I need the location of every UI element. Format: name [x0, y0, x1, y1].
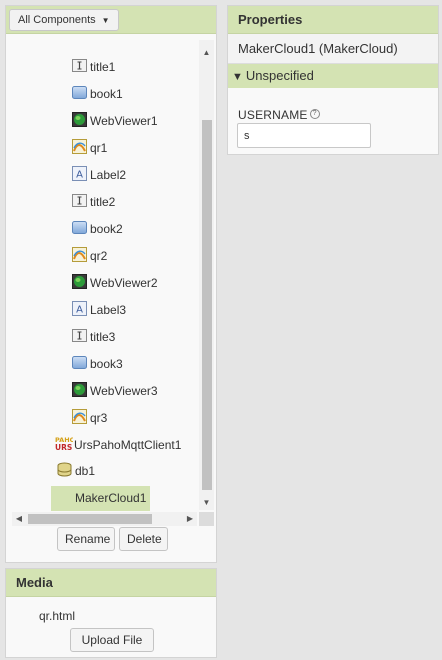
globe-icon [72, 112, 87, 127]
scroll-right-arrow-icon[interactable]: ▶ [183, 512, 197, 526]
component-tree-item[interactable]: A Label3 [72, 300, 128, 320]
barcode-scanner-icon [72, 139, 87, 154]
scrollbar-thumb[interactable] [28, 514, 152, 524]
delete-button[interactable]: Delete [119, 527, 168, 551]
component-tree-item-label: book1 [90, 87, 123, 101]
component-tree-item-label: title1 [90, 60, 116, 74]
component-tree-item-label: MakerCloud1 [75, 491, 147, 505]
component-tree-item-label: WebViewer1 [90, 114, 158, 128]
component-tree-item[interactable]: qr3 [72, 408, 109, 428]
component-tree-item-label: title2 [90, 195, 116, 209]
component-tree-item-label: WebViewer3 [90, 384, 158, 398]
globe-icon [72, 382, 87, 397]
component-tree-item-label: Label3 [90, 303, 127, 317]
barcode-scanner-icon [72, 409, 87, 424]
textbox-icon [72, 193, 87, 208]
component-tree-item[interactable]: db1 [57, 461, 97, 481]
component-filter-label: All Components [18, 14, 96, 26]
collapse-triangle-icon[interactable]: ▼ [232, 71, 243, 83]
component-tree-item-label: book3 [90, 357, 123, 371]
components-panel: All Components ▼ title1 book1 WebViewer1 qr1… [5, 5, 217, 563]
tree-vertical-scrollbar[interactable]: ▲ ▼ [199, 40, 214, 510]
svg-text:URS: URS [55, 443, 72, 451]
scroll-up-arrow-icon[interactable]: ▲ [199, 46, 214, 60]
component-tree-item[interactable]: qr1 [72, 138, 109, 158]
component-tree-item[interactable]: book1 [72, 84, 125, 104]
button-icon [72, 355, 87, 370]
property-group-header[interactable]: ▼ Unspecified [228, 64, 438, 88]
textbox-icon [72, 58, 87, 73]
upload-file-button[interactable]: Upload File ... [70, 628, 154, 660]
components-header: All Components ▼ [6, 6, 216, 34]
label-icon: A [72, 301, 87, 316]
button-icon [72, 85, 87, 100]
component-tree-item[interactable]: book3 [72, 354, 125, 374]
component-tree-item-label: WebViewer2 [90, 276, 158, 290]
component-tree-item[interactable]: PAHO URS UrsPahoMqttClient1 [55, 435, 183, 455]
component-tree-item-label: Label2 [90, 168, 127, 182]
property-group-label: Unspecified [245, 68, 314, 83]
media-panel: Media qr.html Upload File ... [5, 568, 217, 660]
scroll-down-arrow-icon[interactable]: ▼ [199, 496, 214, 510]
barcode-scanner-icon [72, 247, 87, 262]
scrollbar-corner [199, 512, 214, 526]
component-tree-item-label: UrsPahoMqttClient1 [74, 438, 182, 452]
scrollbar-thumb[interactable] [202, 120, 212, 490]
component-tree-item[interactable]: MakerCloud1 [51, 486, 151, 511]
textbox-icon [72, 328, 87, 343]
scroll-left-arrow-icon[interactable]: ◀ [12, 512, 26, 526]
component-tree-item[interactable]: title2 [72, 192, 117, 212]
svg-text:A: A [76, 305, 83, 316]
username-property-label: USERNAME? [238, 108, 320, 122]
component-tree-item-label: qr3 [90, 411, 108, 425]
component-tree-item-label: qr2 [90, 249, 108, 263]
component-tree-item[interactable]: WebViewer3 [72, 381, 160, 401]
component-tree-item[interactable]: WebViewer2 [72, 273, 160, 293]
paho-mqtt-icon: PAHO URS [55, 436, 76, 452]
globe-icon [72, 274, 87, 289]
rename-button[interactable]: Rename [57, 527, 115, 551]
component-tree-item-label: title3 [90, 330, 116, 344]
component-tree-item[interactable]: WebViewer1 [72, 111, 160, 131]
button-icon [72, 220, 87, 235]
component-tree-item-label: book2 [90, 222, 123, 236]
component-filter-dropdown[interactable]: All Components ▼ [9, 9, 119, 31]
svg-text:A: A [76, 170, 83, 181]
component-tree-item[interactable]: book2 [72, 219, 125, 239]
component-tree: title1 book1 WebViewer1 qr1 A Label2 title2 boo… [6, 34, 216, 512]
media-file-item[interactable]: qr.html [39, 609, 75, 623]
component-tree-item[interactable]: title1 [72, 57, 117, 77]
component-tree-item[interactable]: A Label2 [72, 165, 128, 185]
component-tree-item[interactable]: qr2 [72, 246, 109, 266]
component-tree-item-label: db1 [75, 464, 96, 478]
component-tree-item-label: qr1 [90, 141, 108, 155]
tree-horizontal-scrollbar[interactable]: ◀ ▶ [12, 512, 197, 526]
username-label-text: USERNAME [238, 108, 308, 122]
properties-title: Properties [228, 6, 438, 34]
media-title: Media [6, 569, 216, 597]
username-input[interactable] [237, 123, 371, 148]
selected-component-name: MakerCloud1 (MakerCloud) [228, 34, 438, 64]
database-icon [57, 462, 72, 477]
properties-panel: Properties MakerCloud1 (MakerCloud) ▼ Uns… [227, 5, 439, 155]
component-tree-item[interactable]: title3 [72, 327, 117, 347]
chevron-down-icon: ▼ [101, 16, 110, 25]
label-icon: A [72, 166, 87, 181]
help-icon[interactable]: ? [309, 109, 320, 119]
